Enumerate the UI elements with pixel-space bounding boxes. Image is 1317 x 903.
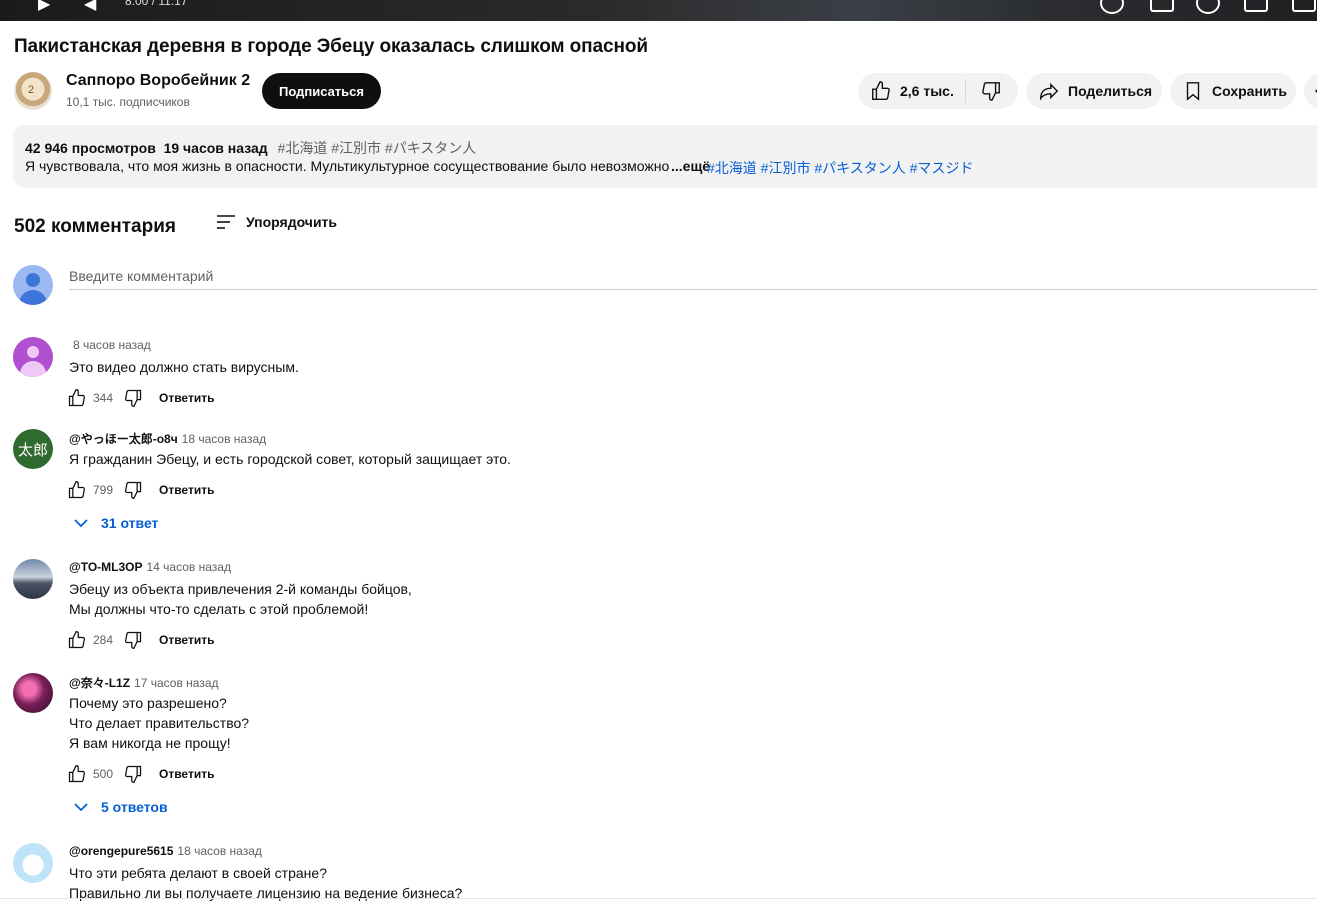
thumbs-up-icon[interactable] <box>67 764 87 784</box>
autoplay-icon[interactable] <box>1100 0 1124 14</box>
comment-author[interactable]: @TO-ML3OP <box>69 560 142 574</box>
share-button[interactable]: Поделиться <box>1026 73 1162 109</box>
thumbs-down-icon[interactable] <box>123 764 143 784</box>
comment-like-count: 284 <box>93 633 114 647</box>
thumbs-down-icon[interactable] <box>123 630 143 650</box>
description-hashtags[interactable]: #北海道 #江別市 #パキスタン人 #マスジド <box>707 158 973 178</box>
comment-count: 502 комментария <box>14 216 176 237</box>
view-replies-button[interactable]: 5 ответов <box>73 799 168 815</box>
save-button[interactable]: Сохранить <box>1170 73 1296 109</box>
reply-button[interactable]: Ответить <box>159 767 214 781</box>
comment-time[interactable]: 14 часов назад <box>146 560 230 574</box>
comment-actions: 500 Ответить <box>67 764 214 784</box>
comment-author[interactable]: @やっほー太郎-o8ч <box>69 432 178 446</box>
save-label: Сохранить <box>1212 83 1287 99</box>
subscribe-button[interactable]: Подписаться <box>262 73 381 109</box>
comment-like-count: 799 <box>93 483 114 497</box>
chevron-down-icon <box>74 519 88 528</box>
commenter-avatar[interactable] <box>13 337 53 377</box>
sort-label: Упорядочить <box>246 214 338 230</box>
reply-button[interactable]: Ответить <box>159 633 214 647</box>
thumbs-down-icon[interactable] <box>123 480 143 500</box>
reply-button[interactable]: Ответить <box>159 483 214 497</box>
commenter-avatar[interactable] <box>13 559 53 599</box>
commenter-avatar[interactable] <box>13 843 53 883</box>
video-player[interactable]: ▶ ◀ 8:00 / 11:17 <box>0 0 1317 21</box>
bookmark-icon <box>1186 82 1200 101</box>
replies-label: 31 ответ <box>101 515 159 531</box>
comment-time[interactable]: 18 часов назад <box>177 844 261 858</box>
comment-text: Почему это разрешено? Что делает правител… <box>69 695 250 751</box>
comment-text: Я гражданин Эбецу, и есть городской сове… <box>69 451 511 467</box>
comment-text: Эбецу из объекта привлечения 2-й команды… <box>69 581 412 617</box>
thumbs-up-icon[interactable] <box>67 388 87 408</box>
comment-time[interactable]: 17 часов назад <box>134 676 218 690</box>
commenter-avatar[interactable]: 太郎 <box>13 429 53 469</box>
thumbs-down-icon[interactable] <box>123 388 143 408</box>
chevron-down-icon <box>74 803 88 812</box>
thumbs-up-icon[interactable] <box>67 630 87 650</box>
comment-actions: 344 Ответить <box>67 388 214 408</box>
share-label: Поделиться <box>1068 83 1153 99</box>
share-icon <box>1040 82 1059 101</box>
more-actions-button[interactable]: ⋯ <box>1304 73 1317 109</box>
volume-icon[interactable]: ◀ <box>84 0 96 14</box>
settings-icon[interactable] <box>1196 0 1220 14</box>
reply-button[interactable]: Ответить <box>159 391 214 405</box>
dislike-button[interactable] <box>966 80 1002 102</box>
channel-avatar[interactable]: 2 <box>14 72 52 110</box>
description-box[interactable]: 42 946 просмотров 19 часов назад #北海道 #江… <box>13 125 1317 188</box>
thumbs-up-icon <box>872 81 890 100</box>
comment-like-count: 500 <box>93 767 114 781</box>
comment-time[interactable]: 8 часов назад <box>73 338 151 352</box>
thumbs-up-icon[interactable] <box>67 480 87 500</box>
upload-age: 19 часов назад <box>163 140 268 156</box>
subscriber-count: 10,1 тыс. подписчиков <box>66 95 190 109</box>
theater-icon[interactable] <box>1244 0 1268 12</box>
description-text: Я чувствовала, что моя жизнь в опасности… <box>25 158 670 174</box>
video-title: Пакистанская деревня в городе Эбецу оказ… <box>14 36 648 57</box>
comment-like-count: 344 <box>93 391 114 405</box>
channel-name[interactable]: Саппоро Воробейник 2 <box>66 72 250 90</box>
comment-text: Что эти ребята делают в своей стране? Пра… <box>69 865 463 901</box>
like-button[interactable]: 2,6 тыс. <box>858 79 966 103</box>
like-dislike-group: 2,6 тыс. <box>858 73 1018 109</box>
comment-author[interactable]: @奈々-L1Z <box>69 676 130 690</box>
view-count: 42 946 просмотров <box>25 140 156 156</box>
user-avatar <box>13 265 53 305</box>
subtitles-icon[interactable] <box>1150 0 1174 12</box>
sort-icon <box>217 215 235 229</box>
show-more-button[interactable]: ...ещё <box>671 158 711 174</box>
commenter-avatar[interactable] <box>13 673 53 713</box>
comment-input[interactable] <box>69 262 1317 290</box>
play-icon[interactable]: ▶ <box>38 0 50 14</box>
comment-time[interactable]: 18 часов назад <box>182 432 266 446</box>
top-hashtags[interactable]: #北海道 #江別市 #パキスタン人 <box>278 140 477 156</box>
comment-author[interactable]: @orengepure5615 <box>69 844 173 858</box>
sort-button[interactable]: Упорядочить <box>216 213 337 231</box>
like-count: 2,6 тыс. <box>900 83 954 99</box>
thumbs-down-icon <box>982 82 1000 101</box>
player-time: 8:00 / 11:17 <box>125 0 188 8</box>
comment-text: Это видео должно стать вирусным. <box>69 359 299 375</box>
fullscreen-icon[interactable] <box>1292 0 1316 12</box>
comment-actions: 799 Ответить <box>67 480 214 500</box>
replies-label: 5 ответов <box>101 799 168 815</box>
comment-actions: 284 Ответить <box>67 630 214 650</box>
view-replies-button[interactable]: 31 ответ <box>73 515 158 531</box>
